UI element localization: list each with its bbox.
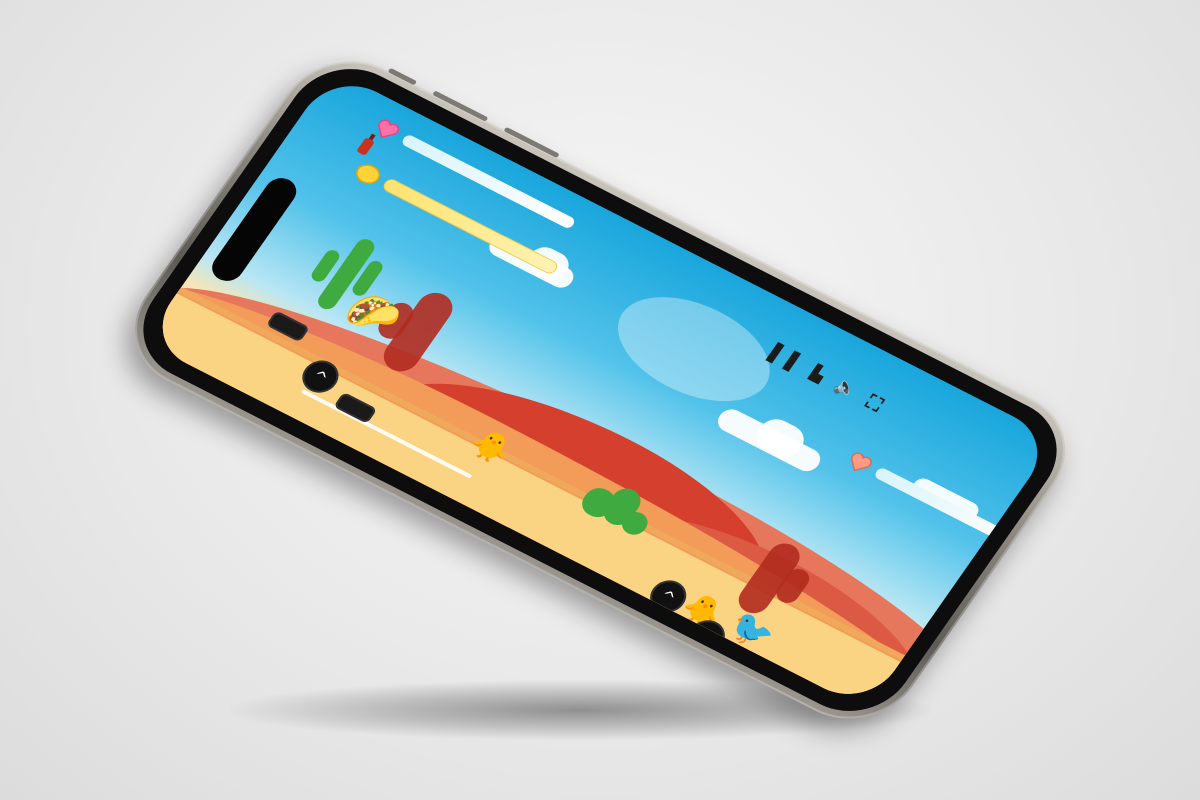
chevron-down-icon: v — [697, 626, 717, 647]
game-screen[interactable]: ❚❚ ▙ 🔈 ⛶ 🌮 🐥 🐥 🐦 ^ ^ v — [143, 70, 1057, 710]
leaderboard-icon[interactable]: ▙ — [806, 362, 830, 386]
sound-icon[interactable]: 🔈 — [829, 374, 862, 402]
dynamic-island — [206, 173, 303, 286]
enemy-health-fill — [873, 466, 1023, 550]
desert-sand — [143, 275, 961, 710]
coin-icon — [350, 159, 386, 189]
heart-icon — [842, 448, 878, 478]
sand-stripe — [178, 286, 948, 683]
sky-glow — [596, 275, 792, 423]
chevron-up-icon: ^ — [308, 365, 332, 388]
phone-bezel: ❚❚ ▙ 🔈 ⛶ 🌮 🐥 🐥 🐦 ^ ^ v — [119, 49, 1081, 731]
game-controls: ❚❚ ▙ 🔈 ⛶ — [760, 338, 888, 417]
fullscreen-icon[interactable]: ⛶ — [861, 390, 887, 416]
enemy-health-hud — [842, 448, 1026, 553]
phone-frame: ❚❚ ▙ 🔈 ⛶ 🌮 🐥 🐥 🐦 ^ ^ v — [107, 39, 1093, 741]
chevron-up-icon: ^ — [656, 585, 680, 608]
enemy-health-bar — [873, 466, 1023, 550]
